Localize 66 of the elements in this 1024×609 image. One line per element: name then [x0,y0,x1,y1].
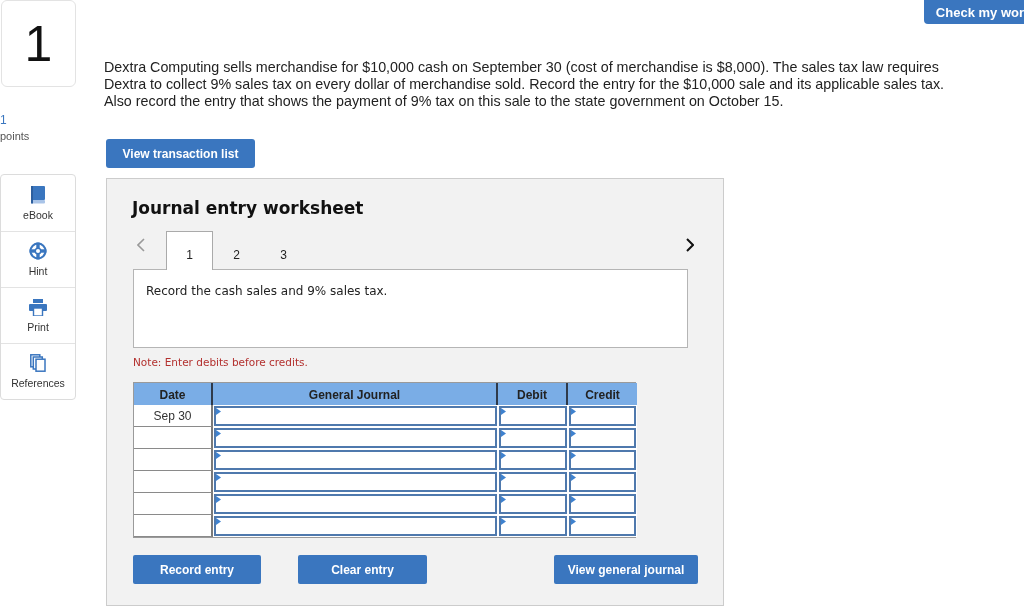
account-field[interactable] [214,406,497,426]
credit-field[interactable] [569,516,636,536]
tab[interactable]: 1 [166,231,213,270]
triangle-marker-icon [501,496,506,503]
instruction-panel: Record the cash sales and 9% sales tax. [133,269,688,348]
date-cell: Sep 30 [134,405,213,427]
triangle-marker-icon [571,408,576,415]
record-entry-button[interactable]: Record entry [133,555,261,584]
triangle-marker-icon [501,408,506,415]
credit-field[interactable] [569,428,636,448]
triangle-marker-icon [501,518,506,525]
debit-field[interactable] [499,428,567,448]
book-icon [30,185,46,204]
tab[interactable]: 2 [213,231,260,269]
account-field[interactable] [214,494,497,514]
triangle-marker-icon [216,430,221,437]
column-header: Credit [568,383,637,406]
debit-field[interactable] [499,450,567,470]
question-number: 1 [1,0,76,87]
triangle-marker-icon [216,518,221,525]
credit-field[interactable] [569,472,636,492]
view-transactions-button[interactable]: View transaction list [106,139,255,168]
problem-text: Dextra Computing sells merchandise for $10,000 cash on September 30 (cost of merchandise is $8,000). The sales tax law requires Dextra to collect 9% sales tax on every dollar of merchandise sold. Record the entry for the $10,000 sale and its applicable sales tax. Also record the entry that shows the payment of 9% tax on this sale to the state government on October 15. [104,59,945,110]
points-label: points [0,129,30,143]
debit-field[interactable] [499,406,567,426]
triangle-marker-icon [571,518,576,525]
triangle-marker-icon [501,452,506,459]
column-header: General Journal [213,383,498,406]
sidebar-item[interactable]: Print [1,287,75,343]
account-field[interactable] [214,450,497,470]
column-header: Debit [498,383,568,406]
points-value: 1 [0,113,7,127]
account-field[interactable] [214,516,497,536]
sidebar-item[interactable]: References [1,343,75,399]
sidebar-item[interactable]: Hint [1,231,75,287]
sidebar-item[interactable]: eBook [1,175,75,231]
note-text: Note: Enter debits before credits. [133,355,308,369]
printer-icon [29,298,47,316]
debit-field[interactable] [499,516,567,536]
triangle-marker-icon [216,496,221,503]
chevron-left-icon [137,238,145,252]
chevron-right-icon [686,238,694,252]
worksheet-title: Journal entry worksheet [132,197,364,219]
triangle-marker-icon [216,408,221,415]
debit-field[interactable] [499,472,567,492]
account-field[interactable] [214,428,497,448]
clear-entry-button[interactable]: Clear entry [298,555,427,584]
triangle-marker-icon [571,496,576,503]
debit-field[interactable] [499,494,567,514]
check-work-button[interactable]: Check my wor [923,0,1024,24]
credit-field[interactable] [569,406,636,426]
credit-field[interactable] [569,450,636,470]
triangle-marker-icon [571,430,576,437]
triangle-marker-icon [216,452,221,459]
account-field[interactable] [214,472,497,492]
triangle-marker-icon [571,452,576,459]
triangle-marker-icon [501,430,506,437]
lifebuoy-icon [29,242,47,260]
triangle-marker-icon [216,474,221,481]
triangle-marker-icon [571,474,576,481]
column-header: Date [134,383,213,406]
pages-icon [30,354,46,372]
triangle-marker-icon [501,474,506,481]
credit-field[interactable] [569,494,636,514]
tab[interactable]: 3 [260,231,307,269]
view-journal-button[interactable]: View general journal [554,555,698,584]
